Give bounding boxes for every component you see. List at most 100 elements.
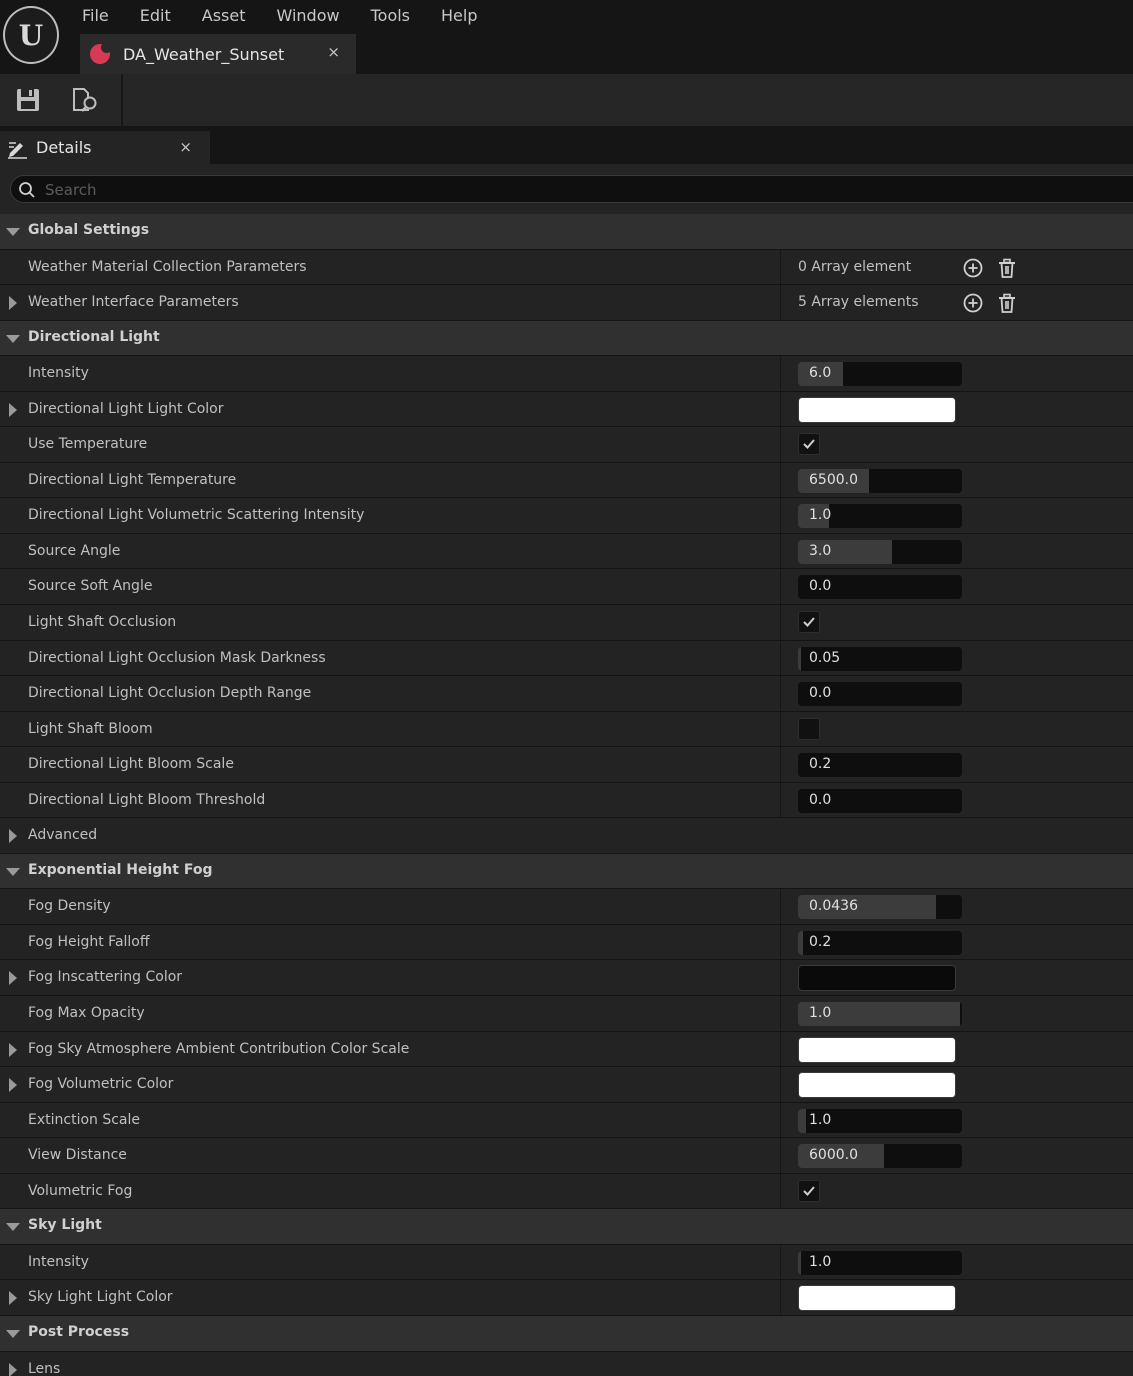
category-label: Directional Light	[28, 328, 160, 345]
unreal-logo-icon[interactable]: U	[3, 6, 59, 64]
property-row-view-distance: View Distance 6000.0	[0, 1138, 1133, 1174]
search-box[interactable]	[10, 175, 1133, 203]
menu-asset[interactable]: Asset	[202, 5, 246, 27]
spinbox-value: 1.0	[809, 1005, 832, 1022]
checkbox[interactable]	[798, 1179, 820, 1202]
add-element-icon[interactable]	[962, 292, 984, 314]
value-column	[780, 1067, 1133, 1102]
numeric-spinbox[interactable]: 6500.0	[798, 468, 962, 493]
menu-file[interactable]: File	[82, 5, 109, 27]
checkbox[interactable]	[798, 611, 820, 634]
browse-to-asset-button[interactable]	[70, 86, 98, 114]
category-post-process[interactable]: Post Process	[0, 1315, 1133, 1352]
spinbox-value: 0.2	[809, 933, 832, 950]
property-row-fog-density: Fog Density 0.0436	[0, 889, 1133, 925]
expand-arrow-icon[interactable]	[9, 1078, 17, 1093]
numeric-spinbox[interactable]: 3.0	[798, 539, 962, 564]
property-row-directional-light-occlusion-mask-darkness: Directional Light Occlusion Mask Darknes…	[0, 640, 1133, 677]
numeric-spinbox[interactable]: 1.0	[798, 1002, 962, 1027]
collapse-arrow-icon[interactable]	[6, 1329, 20, 1338]
value-column: 0.05	[780, 640, 1133, 676]
property-label: Intensity	[28, 1253, 89, 1270]
category-exponential-height-fog[interactable]: Exponential Height Fog	[0, 853, 1133, 890]
collapse-arrow-icon[interactable]	[6, 1223, 20, 1232]
collapse-arrow-icon[interactable]	[6, 228, 20, 236]
search-input[interactable]	[45, 180, 845, 200]
color-swatch[interactable]	[798, 396, 956, 423]
numeric-spinbox[interactable]: 0.0	[798, 575, 962, 600]
delete-all-icon[interactable]	[996, 257, 1018, 279]
property-row-source-soft-angle: Source Soft Angle 0.0	[0, 569, 1133, 606]
property-label: Fog Density	[28, 898, 111, 915]
numeric-spinbox[interactable]: 0.2	[798, 930, 962, 955]
add-element-icon[interactable]	[962, 257, 984, 279]
numeric-spinbox[interactable]: 6000.0	[798, 1144, 962, 1169]
property-row-directional-light-light-color: Directional Light Light Color	[0, 391, 1133, 428]
close-icon[interactable]: ×	[327, 43, 340, 61]
property-label: Source Angle	[28, 542, 121, 559]
value-column: 6500.0	[780, 462, 1133, 498]
panel-tab-strip: Details ×	[0, 126, 1133, 164]
numeric-spinbox[interactable]: 0.0	[798, 788, 962, 813]
menu-edit[interactable]: Edit	[140, 5, 171, 27]
numeric-spinbox[interactable]: 1.0	[798, 1108, 962, 1133]
category-sky-light[interactable]: Sky Light	[0, 1209, 1133, 1245]
expand-arrow-icon[interactable]	[9, 971, 17, 986]
menu-tools[interactable]: Tools	[371, 5, 410, 27]
expand-arrow-icon[interactable]	[9, 829, 17, 844]
checkbox[interactable]	[798, 433, 820, 456]
collapse-arrow-icon[interactable]	[6, 867, 20, 876]
numeric-spinbox[interactable]: 0.2	[798, 753, 962, 778]
property-row-sky-light-light-color: Sky Light Light Color	[0, 1280, 1133, 1316]
numeric-spinbox[interactable]: 1.0	[798, 1250, 962, 1275]
expand-arrow-icon[interactable]	[9, 402, 17, 417]
collapse-arrow-icon[interactable]	[6, 334, 20, 343]
numeric-spinbox[interactable]: 0.05	[798, 646, 962, 671]
property-label: Light Shaft Bloom	[28, 720, 153, 737]
spinbox-value: 0.05	[809, 649, 841, 666]
property-row-intensity: Intensity 6.0	[0, 356, 1133, 392]
numeric-spinbox[interactable]: 0.0	[798, 682, 962, 707]
color-swatch[interactable]	[798, 1285, 956, 1312]
document-tab-title: DA_Weather_Sunset	[123, 44, 285, 64]
spinbox-value: 1.0	[809, 1111, 832, 1128]
category-label: Global Settings	[28, 222, 150, 238]
category-directional-light[interactable]: Directional Light	[0, 320, 1133, 357]
expand-arrow-icon[interactable]	[9, 1362, 17, 1376]
property-label: Directional Light Occlusion Depth Range	[28, 685, 312, 702]
property-label: Fog Height Falloff	[28, 933, 150, 950]
numeric-spinbox[interactable]: 6.0	[798, 362, 962, 387]
spinbox-value: 6.0	[809, 365, 832, 382]
menu-window[interactable]: Window	[277, 5, 340, 27]
color-swatch[interactable]	[798, 1036, 956, 1063]
menu-help[interactable]: Help	[441, 5, 477, 27]
property-row-weather-interface-parameters: Weather Interface Parameters 5 Array elem…	[0, 285, 1133, 321]
property-row-extinction-scale: Extinction Scale 1.0	[0, 1102, 1133, 1139]
document-tab[interactable]: DA_Weather_Sunset ×	[80, 34, 356, 74]
browse-icon	[73, 88, 97, 112]
category-global-settings[interactable]: Global Settings	[0, 214, 1133, 250]
expand-arrow-icon[interactable]	[9, 1042, 17, 1057]
color-swatch[interactable]	[798, 965, 956, 992]
property-label: Sky Light Light Color	[28, 1289, 173, 1306]
value-column	[780, 605, 1133, 640]
details-tab[interactable]: Details ×	[0, 131, 210, 164]
numeric-spinbox[interactable]: 1.0	[798, 504, 962, 529]
property-row-directional-light-temperature: Directional Light Temperature 6500.0	[0, 462, 1133, 499]
delete-all-icon[interactable]	[996, 292, 1018, 314]
close-icon[interactable]: ×	[179, 138, 192, 156]
numeric-spinbox[interactable]: 0.0436	[798, 895, 962, 920]
category-label: Exponential Height Fog	[28, 861, 213, 878]
spinbox-value: 0.0	[809, 578, 832, 595]
category-label: Sky Light	[28, 1217, 102, 1234]
property-row-fog-max-opacity: Fog Max Opacity 1.0	[0, 996, 1133, 1032]
color-swatch[interactable]	[798, 1072, 956, 1099]
expand-arrow-icon[interactable]	[9, 1291, 17, 1306]
checkbox[interactable]	[798, 717, 820, 740]
expand-arrow-icon[interactable]	[9, 296, 17, 311]
property-row-light-shaft-occlusion: Light Shaft Occlusion	[0, 605, 1133, 641]
value-column	[780, 1280, 1133, 1315]
property-row-intensity: Intensity 1.0	[0, 1244, 1133, 1281]
array-count: 5 Array elements	[798, 294, 919, 311]
save-button[interactable]	[14, 86, 42, 114]
